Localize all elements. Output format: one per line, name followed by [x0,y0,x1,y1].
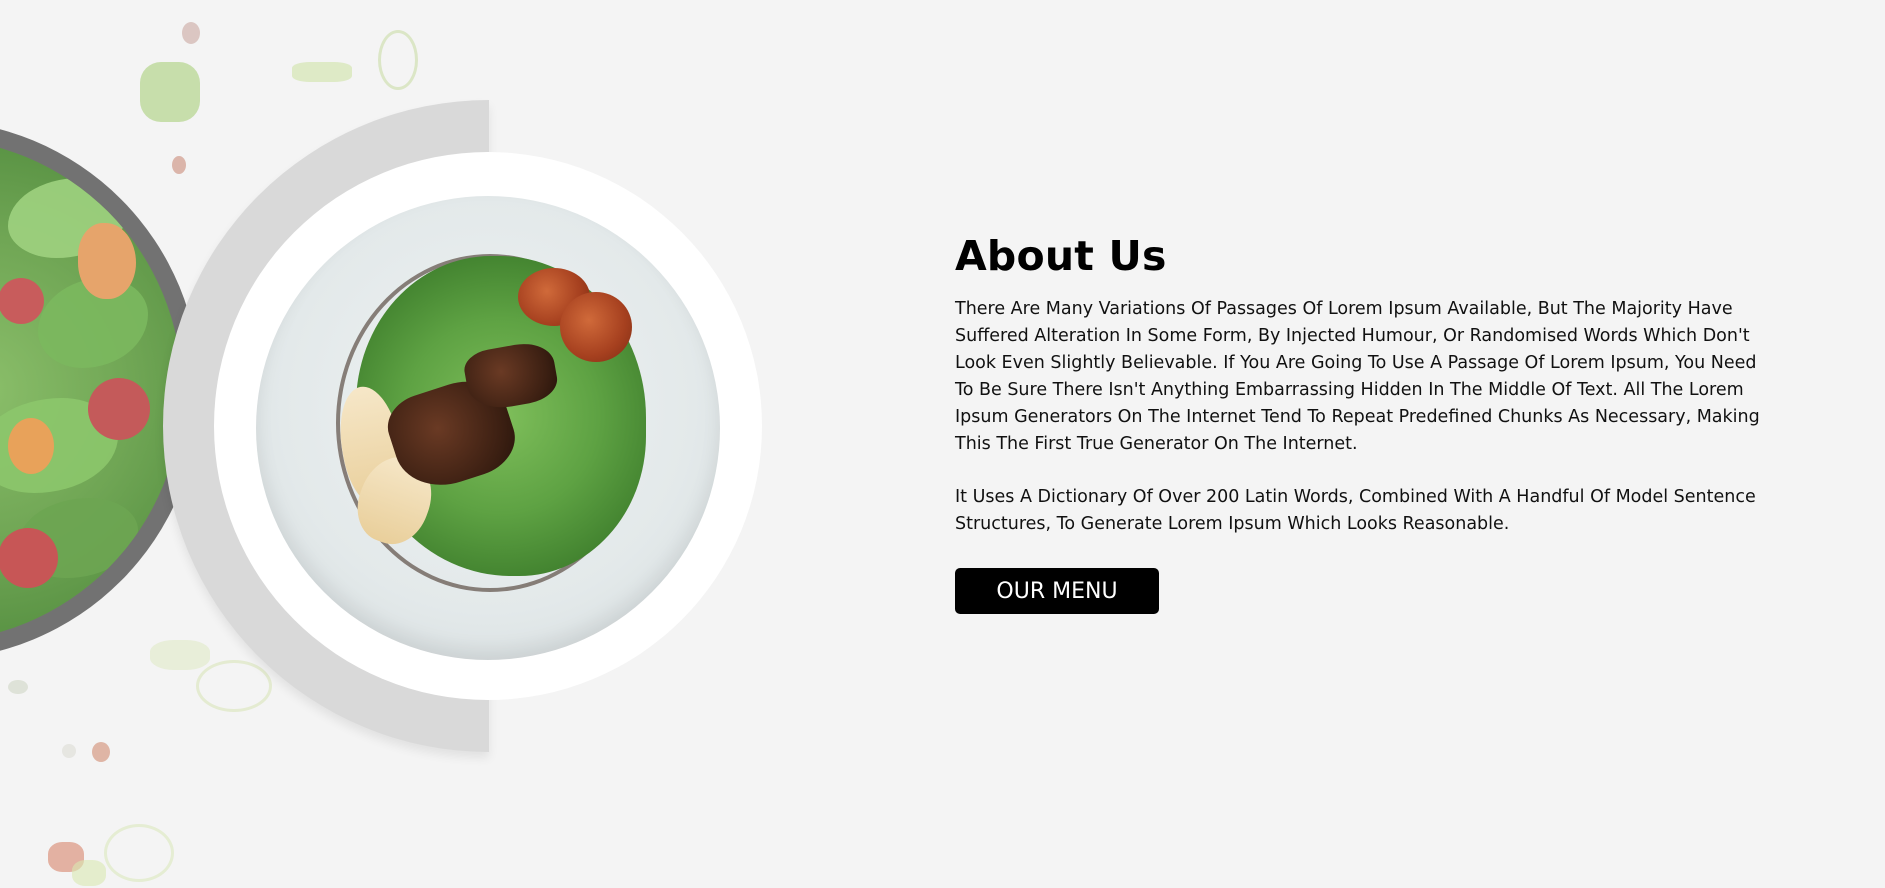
herb-crumb [150,640,210,670]
section-title: About Us [955,232,1167,280]
our-menu-button[interactable]: OUR MENU [955,568,1159,614]
herb-crumb [172,156,186,174]
about-content: About Us There Are Many Variations Of Pa… [955,232,1775,614]
herb-crumb [378,30,418,90]
background-salad-image [0,138,182,642]
about-paragraph-1: There Are Many Variations Of Passages Of… [955,299,1760,454]
about-section: About Us There Are Many Variations Of Pa… [0,0,1885,888]
herb-crumb [72,860,106,886]
herb-crumb [104,824,174,882]
about-paragraph-2: It Uses A Dictionary Of Over 200 Latin W… [955,487,1756,534]
salad-plate-image [256,196,720,660]
herb-crumb [292,62,352,82]
herb-crumb [182,22,200,44]
herb-crumb [140,62,200,122]
herb-crumb [62,744,76,758]
herb-crumb [8,680,28,694]
herb-crumb [92,742,110,762]
herb-crumb [196,660,272,712]
